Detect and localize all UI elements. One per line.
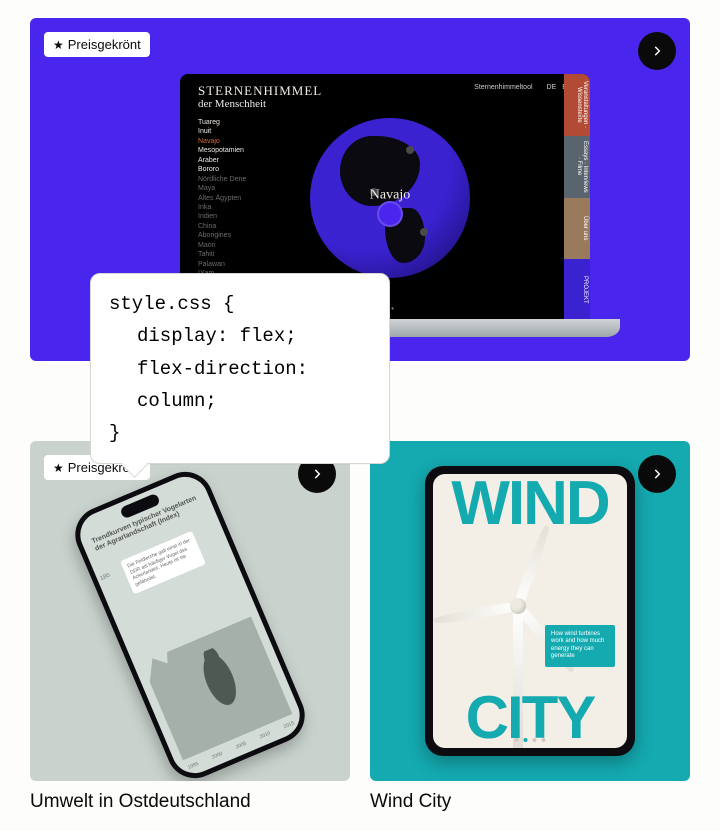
culture-item: Tuareg	[198, 118, 246, 127]
star-icon: ★	[53, 38, 64, 52]
culture-item: China	[198, 222, 246, 231]
side-tab: Essays · Interviews · Filme	[564, 136, 590, 198]
open-project-button[interactable]	[638, 455, 676, 493]
turbine-hub	[510, 598, 526, 614]
tooltip-line: }	[109, 422, 120, 444]
brand-title: STERNENHIMMEL	[198, 84, 322, 98]
chart-annotation: Die Feldlerche galt einst in der DDR als…	[120, 530, 206, 594]
tool-link: Sternenhimmeltool	[474, 84, 532, 91]
y-axis-label: 180	[99, 572, 111, 581]
culture-item: Mesopotamien	[198, 146, 246, 155]
culture-item: Inuit	[198, 127, 246, 136]
phone-screen: Trendkurven typischer Vogelarten der Agr…	[73, 469, 307, 779]
culture-item: Aborigines	[198, 231, 246, 240]
side-tab: Veranstaltungen · Wissenstexte	[564, 74, 590, 136]
side-tab: Über uns	[564, 198, 590, 260]
globe-label: Navajo	[370, 188, 410, 204]
tablet-mockup: WIND How wind turbines work and how much…	[425, 466, 635, 756]
x-tick: 2000	[211, 750, 224, 760]
side-tab: PROJEKT	[564, 259, 590, 321]
project-card-umwelt[interactable]: ★ Preisgekrönt Trendkurven typischer Vog…	[30, 441, 350, 781]
site-brand: STERNENHIMMEL der Menschheit	[198, 84, 322, 110]
x-tick: 2005	[235, 740, 248, 750]
open-project-button[interactable]	[638, 32, 676, 70]
culture-item: Altes Ägypten	[198, 194, 246, 203]
chevron-right-icon	[650, 467, 664, 481]
culture-item: Nördliche Dene	[198, 175, 246, 184]
top-links: Sternenhimmeltool DE EN	[474, 84, 572, 91]
globe-marker	[379, 203, 401, 225]
project-title: Wind City	[370, 791, 690, 813]
x-tick: 2015	[283, 720, 296, 730]
lang-de: DE	[547, 84, 557, 91]
culture-item: Palawan	[198, 260, 246, 269]
page-dots	[515, 738, 546, 742]
culture-item: Inka	[198, 203, 246, 212]
culture-item: Maori	[198, 241, 246, 250]
project-item-windcity: WIND How wind turbines work and how much…	[370, 441, 690, 813]
tooltip-line: flex-direction: column;	[109, 353, 371, 418]
culture-item: Bororo	[198, 165, 246, 174]
x-tick: 1995	[187, 761, 200, 771]
code-tooltip: style.css { display: flex; flex-directio…	[90, 273, 390, 464]
phone-mockup: Trendkurven typischer Vogelarten der Agr…	[67, 463, 314, 781]
project-title: Umwelt in Ostdeutschland	[30, 791, 350, 813]
tooltip-line: style.css {	[109, 293, 234, 315]
culture-item: Maya	[198, 184, 246, 193]
globe: Navajo	[310, 118, 470, 278]
x-tick: 2010	[259, 730, 272, 740]
award-badge-label: Preisgekrönt	[68, 37, 141, 52]
headline-word-top: WIND	[433, 474, 627, 539]
brand-subtitle: der Menschheit	[198, 98, 322, 110]
tooltip-line: display: flex;	[109, 320, 371, 352]
project-item-umwelt: ★ Preisgekrönt Trendkurven typischer Vog…	[30, 441, 350, 813]
culture-item: Navajo	[198, 137, 246, 146]
chevron-right-icon	[650, 44, 664, 58]
award-badge: ★ Preisgekrönt	[44, 32, 150, 57]
side-tabs: Veranstaltungen · Wissenstexte Essays · …	[564, 74, 590, 321]
star-icon: ★	[53, 461, 64, 475]
culture-item: Indien	[198, 212, 246, 221]
chevron-right-icon	[310, 467, 324, 481]
culture-item: Araber	[198, 156, 246, 165]
culture-list: TuaregInuitNavajoMesopotamienAraberBoror…	[198, 118, 246, 278]
culture-item: Tahiti	[198, 250, 246, 259]
project-card-windcity[interactable]: WIND How wind turbines work and how much…	[370, 441, 690, 781]
turbine-blade	[434, 601, 519, 626]
tablet-screen: WIND How wind turbines work and how much…	[433, 474, 627, 748]
wind-caption: How wind turbines work and how much ener…	[545, 625, 615, 667]
